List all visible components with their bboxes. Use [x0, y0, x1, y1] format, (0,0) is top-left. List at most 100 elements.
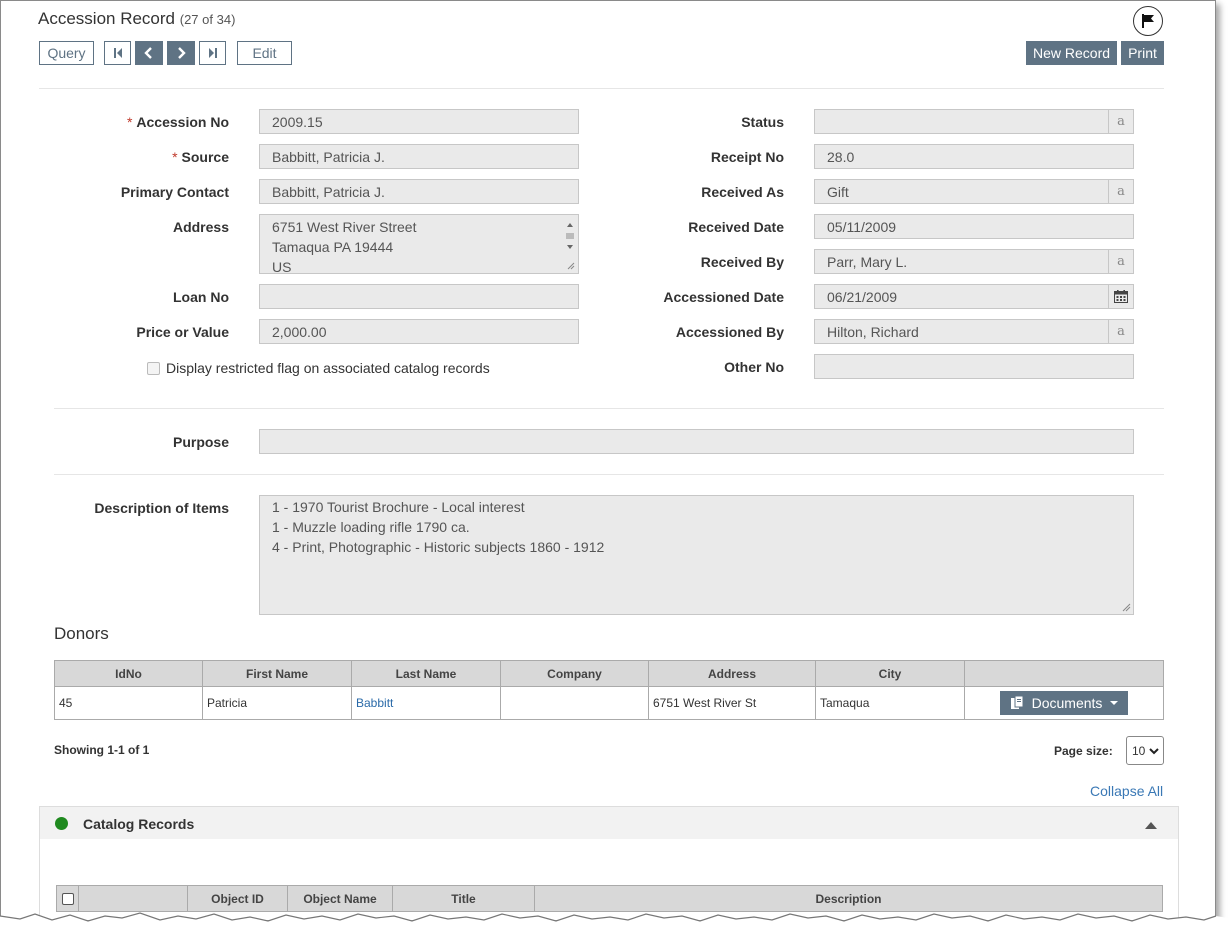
caret-down-icon — [1110, 701, 1119, 705]
accessioned-by-label: Accessioned By — [675, 324, 784, 340]
address-line-3: US — [272, 259, 292, 275]
lookup-icon[interactable]: a — [1108, 110, 1133, 133]
flag-icon — [1142, 14, 1154, 28]
documents-label: Documents — [1031, 695, 1103, 711]
documents-button[interactable]: Documents — [999, 691, 1129, 715]
last-name-cell: Babbitt — [351, 686, 501, 720]
source-field[interactable]: Babbitt, Patricia J. — [259, 144, 579, 169]
required-marker: * — [172, 149, 178, 165]
address-field[interactable]: 6751 West River Street Tamaqua PA 19444 … — [259, 214, 579, 275]
lookup-icon[interactable]: a — [1108, 250, 1133, 273]
page-size-label: Page size: — [1054, 744, 1113, 758]
first-icon — [113, 48, 122, 58]
received-by-field[interactable]: Parr, Mary L. a — [814, 249, 1134, 274]
lookup-icon[interactable]: a — [1108, 320, 1133, 343]
select-all-checkbox[interactable] — [61, 893, 74, 906]
received-as-label: Received As — [701, 184, 784, 200]
column-header[interactable]: Last Name — [351, 660, 501, 687]
lookup-icon[interactable]: a — [1108, 180, 1133, 203]
divider — [39, 88, 1164, 89]
donors-title: Donors — [54, 624, 109, 643]
description-field[interactable]: 1 - 1970 Tourist Brochure - Local intere… — [259, 495, 1134, 615]
chevron-right-icon — [178, 47, 186, 59]
received-by-label: Received By — [700, 254, 784, 270]
new-record-button[interactable]: New Record — [1026, 41, 1117, 65]
chevron-down-icon — [1149, 747, 1160, 754]
next-record-button[interactable] — [167, 41, 195, 65]
column-header — [964, 660, 1164, 687]
column-header[interactable]: First Name — [202, 660, 352, 687]
donors-table: IdNo First Name Last Name Company Addres… — [54, 660, 1164, 720]
restricted-flag-label: Display restricted flag on associated ca… — [166, 360, 490, 376]
company-cell — [500, 686, 649, 720]
address-label: Address — [172, 219, 229, 235]
previous-record-button[interactable] — [135, 41, 163, 65]
column-header[interactable]: City — [815, 660, 965, 687]
primary-contact-label: Primary Contact — [120, 184, 229, 200]
column-header[interactable]: IdNo — [54, 660, 203, 687]
restricted-flag-checkbox[interactable] — [147, 362, 160, 375]
record-count: (27 of 34) — [179, 12, 236, 27]
accession-no-field[interactable]: 2009.15 — [259, 109, 579, 134]
record-title: Accession Record — [38, 9, 176, 28]
donor-link[interactable]: Babbitt — [356, 696, 393, 710]
documents-icon — [1010, 696, 1024, 709]
accessioned-date-field[interactable]: 06/21/2009 — [814, 284, 1134, 309]
status-field[interactable]: a — [814, 109, 1134, 134]
scrollbar[interactable] — [565, 219, 575, 271]
resize-handle-icon[interactable] — [1122, 603, 1131, 612]
other-no-field[interactable] — [814, 354, 1134, 379]
loan-no-field[interactable] — [259, 284, 579, 309]
address-cell: 6751 West River St — [648, 686, 816, 720]
receipt-no-field[interactable]: 28.0 — [814, 144, 1134, 169]
last-record-button[interactable] — [199, 41, 226, 65]
received-as-field[interactable]: Gift a — [814, 179, 1134, 204]
address-line-1: 6751 West River Street — [272, 219, 417, 235]
accession-record-window: Accession Record (27 of 34) Query Edit N… — [0, 0, 1216, 920]
catalog-records-title: Catalog Records — [83, 816, 195, 832]
flag-button[interactable] — [1133, 6, 1163, 36]
accessioned-by-field[interactable]: Hilton, Richard a — [814, 319, 1134, 344]
price-or-value-label: Price or Value — [136, 324, 229, 340]
source-label: * Source — [172, 149, 229, 165]
page-size-value: 10 — [1132, 743, 1146, 758]
purpose-field[interactable] — [259, 429, 1134, 454]
collapse-all-link[interactable]: Collapse All — [1090, 783, 1163, 799]
required-marker: * — [126, 114, 133, 130]
catalog-records-header[interactable]: Catalog Records — [39, 806, 1179, 840]
calendar-icon[interactable] — [1108, 285, 1133, 308]
receipt-no-label: Receipt No — [710, 149, 784, 165]
edit-button[interactable]: Edit — [237, 41, 292, 65]
received-date-field[interactable]: 05/11/2009 — [814, 214, 1134, 239]
collapse-caret-icon[interactable] — [1145, 822, 1157, 829]
description-line-2: 1 - Muzzle loading rifle 1790 ca. — [272, 519, 470, 535]
showing-count: Showing 1-1 of 1 — [54, 743, 150, 757]
first-name-cell: Patricia — [202, 686, 352, 720]
divider — [54, 408, 1164, 409]
description-line-1: 1 - 1970 Tourist Brochure - Local intere… — [272, 499, 525, 515]
accession-no-label: * Accession No — [126, 114, 229, 130]
description-line-3: 4 - Print, Photographic - Historic subje… — [272, 539, 605, 555]
print-button[interactable]: Print — [1121, 41, 1164, 65]
torn-edge — [0, 912, 1228, 938]
address-line-2: Tamaqua PA 19444 — [272, 239, 394, 255]
price-or-value-field[interactable]: 2,000.00 — [259, 319, 579, 344]
page-title: Accession Record (27 of 34) — [38, 9, 235, 29]
donors-header-row: IdNo First Name Last Name Company Addres… — [54, 660, 1164, 687]
accessioned-date-label: Accessioned Date — [663, 289, 784, 305]
query-button[interactable]: Query — [39, 41, 94, 65]
idno-cell: 45 — [54, 686, 203, 720]
status-dot-icon — [55, 817, 68, 830]
loan-no-label: Loan No — [173, 289, 229, 305]
column-header[interactable]: Company — [500, 660, 649, 687]
divider — [54, 474, 1164, 475]
column-header[interactable]: Address — [648, 660, 816, 687]
status-label: Status — [741, 114, 784, 130]
first-record-button[interactable] — [104, 41, 131, 65]
action-cell: Documents — [964, 686, 1164, 720]
description-label: Description of Items — [94, 500, 229, 516]
purpose-label: Purpose — [172, 434, 229, 450]
page-size-select[interactable]: 10 — [1126, 736, 1164, 765]
primary-contact-field[interactable]: Babbitt, Patricia J. — [259, 179, 579, 204]
received-date-label: Received Date — [688, 219, 784, 235]
